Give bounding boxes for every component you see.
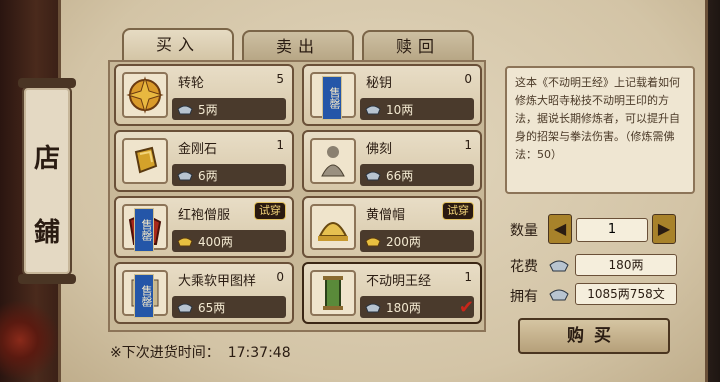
- quantity-label: 数量: [510, 223, 538, 239]
- shop-title-char-2: 鋪: [33, 218, 60, 248]
- sold-out-badge: 售罄: [134, 208, 154, 252]
- item-slot-key[interactable]: 售罄 秘钥 0 10两: [302, 64, 482, 126]
- price-row: 10两: [360, 98, 474, 120]
- item-name: 金刚石: [178, 142, 218, 157]
- silver-ingot-icon: [365, 105, 381, 115]
- red-swirl-decoration: [0, 280, 60, 382]
- item-slot-yellow-hat[interactable]: 黄僧帽 试穿 200两: [302, 196, 482, 258]
- silver-ingot-icon: [177, 171, 193, 181]
- owned-label: 拥有: [510, 289, 538, 305]
- item-price: 5两: [198, 103, 218, 117]
- silver-ingot-icon: [365, 171, 381, 181]
- item-price: 65两: [198, 301, 226, 315]
- scroll-cap-bottom: [18, 274, 76, 284]
- item-price: 6两: [198, 169, 218, 183]
- secret-key-icon: 售罄: [310, 72, 356, 120]
- price-row: 400两: [172, 230, 286, 252]
- shop-title-scroll: 店 鋪: [18, 78, 76, 284]
- item-slot-scripture[interactable]: 不动明王经 1 180两 ✔: [302, 262, 482, 324]
- shop-title-char-1: 店: [33, 144, 60, 174]
- item-name: 秘钥: [366, 76, 393, 91]
- price-row: 65两: [172, 296, 286, 318]
- sold-out-badge: 售罄: [134, 274, 154, 318]
- cost-label: 花费: [510, 259, 538, 275]
- item-slot-buddha[interactable]: 佛刻 1 66两: [302, 130, 482, 192]
- item-qty: 1: [464, 270, 472, 284]
- item-description: 这本《不动明王经》上记载着如何修炼大昭寺秘技不动明王印的方法，据说长期修炼者，可…: [505, 66, 695, 194]
- item-qty: 0: [464, 72, 472, 86]
- tab-sell[interactable]: 卖出: [242, 30, 354, 64]
- price-row: 6两: [172, 164, 286, 186]
- item-name: 黄僧帽: [366, 208, 406, 223]
- silver-ingot-icon: [549, 289, 569, 301]
- selected-check-icon: ✔: [458, 297, 474, 318]
- gold-ingot-icon: [365, 237, 381, 247]
- red-robe-icon: 售罄: [122, 204, 168, 252]
- item-qty: 1: [276, 138, 284, 152]
- try-on-button[interactable]: 试穿: [442, 202, 474, 220]
- buddha-statue-icon: [310, 138, 356, 184]
- price-row: 200两: [360, 230, 474, 252]
- yellow-hat-icon: [310, 204, 356, 250]
- item-slot-wheel[interactable]: 转轮 5 5两: [114, 64, 294, 126]
- scripture-scroll-icon: [310, 270, 356, 316]
- item-price: 66两: [386, 169, 414, 183]
- item-name: 转轮: [178, 76, 205, 91]
- restock-timer: ※下次进货时间： 17:37:48: [110, 342, 291, 362]
- diamond-stone-icon: [122, 138, 168, 184]
- item-slot-red-robe[interactable]: 售罄 红袍僧服 试穿 400两: [114, 196, 294, 258]
- silver-ingot-icon: [177, 105, 193, 115]
- price-row: 66两: [360, 164, 474, 186]
- silver-ingot-icon: [177, 303, 193, 313]
- gold-ingot-icon: [177, 237, 193, 247]
- silver-ingot-icon: [549, 260, 569, 272]
- price-row: 180两: [360, 296, 474, 318]
- golden-wheel-icon: [122, 72, 168, 118]
- item-slot-diamond[interactable]: 金刚石 1 6两: [114, 130, 294, 192]
- restock-time: 17:37:48: [227, 345, 291, 361]
- item-name: 大乘软甲图样: [178, 274, 257, 289]
- item-qty: 1: [464, 138, 472, 152]
- price-row: 5两: [172, 98, 286, 120]
- item-name: 佛刻: [366, 142, 393, 157]
- cost-value: 180两: [575, 254, 677, 276]
- sold-out-badge: 售罄: [322, 76, 342, 120]
- silver-ingot-icon: [365, 303, 381, 313]
- quantity-input[interactable]: 1: [576, 218, 648, 242]
- restock-label: ※下次进货时间：: [110, 345, 220, 361]
- armor-pattern-icon: 售罄: [122, 270, 168, 318]
- item-price: 200两: [386, 235, 421, 249]
- item-price: 180两: [386, 301, 421, 315]
- owned-value: 1085两758文: [575, 283, 677, 305]
- tab-redeem[interactable]: 赎回: [362, 30, 474, 64]
- item-name: 不动明王经: [366, 274, 432, 289]
- scroll-cap-top: [18, 78, 76, 88]
- item-qty: 5: [276, 72, 284, 86]
- quantity-increase-button[interactable]: ▶: [652, 214, 676, 244]
- item-slot-armor-pattern[interactable]: 售罄 大乘软甲图样 0 65两: [114, 262, 294, 324]
- item-price: 10两: [386, 103, 414, 117]
- quantity-decrease-button[interactable]: ◀: [548, 214, 572, 244]
- item-qty: 0: [276, 270, 284, 284]
- item-name: 红袍僧服: [178, 208, 231, 223]
- try-on-button[interactable]: 试穿: [254, 202, 286, 220]
- buy-button[interactable]: 购买: [518, 318, 670, 354]
- item-price: 400两: [198, 235, 233, 249]
